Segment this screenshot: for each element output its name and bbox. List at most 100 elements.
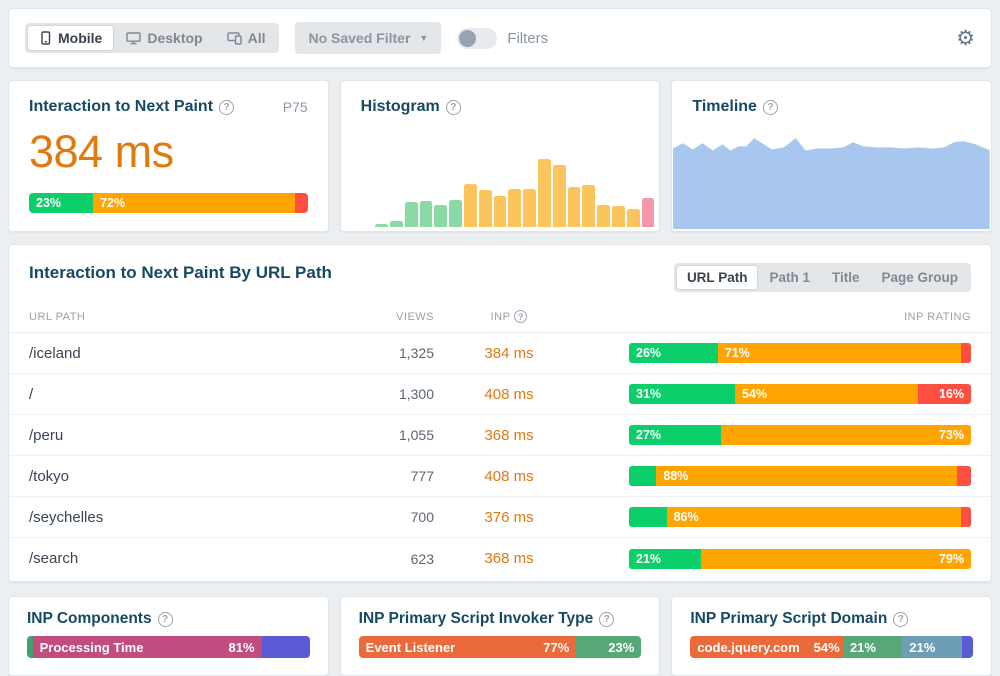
help-icon[interactable]: ? [763,100,778,115]
histogram-bar [582,185,595,227]
bar-segment-needs_improvement: 73% [721,425,971,445]
bar-segment-needs_improvement: 86% [667,507,961,527]
histogram-bar [390,221,403,227]
inp-rating-cell: 26%71% [584,343,971,363]
card-title: Histogram ? [361,98,461,116]
histogram-bar [523,189,536,227]
inp-value-cell: 384 ms [434,345,584,362]
bar-segment-magenta: Processing Time81% [33,636,262,658]
column-header-url-path: URL PATH [29,311,329,323]
inp-by-url-table-card: Interaction to Next Paint By URL Path UR… [8,244,992,582]
table-row[interactable]: /seychelles700376 ms 86% [9,497,991,538]
help-icon[interactable]: ? [893,612,908,627]
column-header-inp: INP ? [434,310,584,323]
bar-segment-poor [957,466,971,486]
histogram-bar [553,165,566,227]
histogram-bar [420,201,433,227]
inp-value: 384 ms [29,129,308,174]
inp-rating-cell: 86% [584,507,971,527]
device-tab-desktop[interactable]: Desktop [115,26,213,50]
url-path-cell: / [29,386,329,403]
inp-rating-bar: 88% [629,466,971,486]
help-icon[interactable]: ? [514,310,527,323]
histogram-bar [508,189,521,227]
device-tab-label: Desktop [147,30,202,46]
inp-rating-bar: 27%73% [629,425,971,445]
card-title: INP Primary Script Domain? [690,610,908,628]
bar-segment-seg_green: 21% [843,636,902,658]
filters-toggle[interactable] [457,28,497,49]
bar-segment-good [629,466,656,486]
bar-segment-poor: 16% [918,384,971,404]
saved-filter-label: No Saved Filter [308,30,410,46]
bar-segment-poor [295,193,308,213]
help-icon[interactable]: ? [219,100,234,115]
views-cell: 623 [329,551,434,567]
histogram-bar [479,190,492,227]
desktop-icon [126,31,141,45]
help-icon[interactable]: ? [446,100,461,115]
tab-title[interactable]: Title [822,266,870,289]
url-path-cell: /peru [29,427,329,444]
help-icon[interactable]: ? [158,612,173,627]
histogram-bar [597,205,610,227]
bar-segment-purple [262,636,310,658]
chevron-down-icon: ▼ [419,33,428,43]
inp-rating-bar: 23%72% [29,193,308,213]
tab-page-group[interactable]: Page Group [871,266,968,289]
bar-segment-needs_improvement: 72% [93,193,295,213]
table-row[interactable]: /iceland1,325384 ms26%71% [9,333,991,374]
histogram-chart [346,155,655,227]
histogram-bar [405,202,418,227]
bar-segment-seg_orange: code.jquery.com54% [690,636,843,658]
device-tab-label: Mobile [58,30,102,46]
filter-toolbar: Mobile Desktop All No Saved Filter ▼ [8,8,992,68]
table-title: Interaction to Next Paint By URL Path [29,263,332,283]
inp-value-cell: 376 ms [434,509,584,526]
gear-icon[interactable]: ⚙ [956,28,975,49]
url-path-cell: /seychelles [29,509,329,526]
tab-url-path[interactable]: URL Path [677,266,758,289]
timeline-area-chart [673,134,990,229]
distribution-card: INP Primary Script Invoker Type?Event Li… [340,596,661,676]
views-cell: 700 [329,509,434,525]
url-path-cell: /tokyo [29,468,329,485]
saved-filter-dropdown[interactable]: No Saved Filter ▼ [295,22,441,54]
tab-path-1[interactable]: Path 1 [759,266,820,289]
device-tab-all[interactable]: All [216,26,277,50]
bar-segment-poor [961,507,971,527]
inp-rating-cell: 88% [584,466,971,486]
inp-value-cell: 408 ms [434,386,584,403]
inp-rating-cell: 31%54%16% [584,384,971,404]
inp-value-cell: 368 ms [434,427,584,444]
table-row[interactable]: /1,300408 ms31%54%16% [9,374,991,415]
filters-toggle-label: Filters [507,30,548,47]
bar-segment-needs_improvement: 71% [718,343,961,363]
table-row[interactable]: /tokyo777408 ms88% [9,456,991,497]
histogram-bar [642,198,655,227]
url-path-cell: /iceland [29,345,329,362]
inp-value-cell: 408 ms [434,468,584,485]
percentile-badge: P75 [283,99,308,115]
bar-segment-needs_improvement: 79% [701,549,971,569]
mobile-icon [39,31,52,45]
timeline-card: Timeline ? [671,80,992,232]
bar-segment-good: 23% [29,193,93,213]
device-tab-mobile[interactable]: Mobile [28,26,113,50]
histogram-bar [612,206,625,227]
url-path-cell: /search [29,550,329,567]
inp-value-cell: 368 ms [434,550,584,567]
bar-segment-needs_improvement: 88% [656,466,957,486]
card-title: Interaction to Next Paint ? [29,98,234,116]
help-icon[interactable]: ? [599,612,614,627]
table-row[interactable]: /peru1,055368 ms27%73% [9,415,991,456]
table-row[interactable]: /search623368 ms 21%79% [9,538,991,579]
column-header-views: VIEWS [329,311,434,323]
bar-segment-good: 21% [629,549,701,569]
views-cell: 1,300 [329,386,434,402]
bar-segment-good: 26% [629,343,718,363]
distribution-bar: code.jquery.com54%21%21% [690,636,973,658]
card-title: INP Primary Script Invoker Type? [359,610,615,628]
histogram-bar [375,224,388,227]
inp-rating-bar: 86% [629,507,971,527]
